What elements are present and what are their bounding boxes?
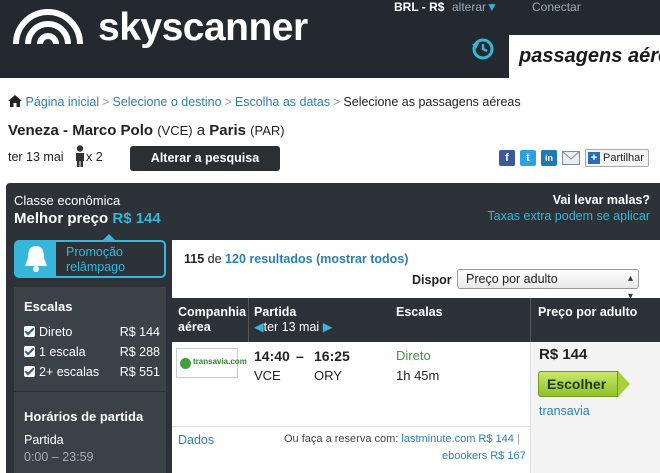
brand-name[interactable]: skyscanner bbox=[98, 6, 308, 50]
skyscanner-logo-icon[interactable] bbox=[6, 4, 96, 46]
currency-label: BRL - R$ bbox=[394, 0, 445, 14]
col-stops[interactable]: Escalas bbox=[396, 305, 443, 320]
facebook-icon[interactable]: f bbox=[499, 150, 515, 166]
flash-promo-button[interactable]: Promoção relâmpago bbox=[14, 234, 166, 278]
date-switcher: ◀ter 13 mai ▶ bbox=[254, 320, 333, 334]
departure-range: 0:00 – 23:59 bbox=[24, 450, 94, 464]
breadcrumb: Página inicial > Selecione o destino > Escol… bbox=[8, 95, 521, 109]
show-all-link[interactable]: 120 resultados (mostrar todos) bbox=[225, 252, 408, 266]
filters-sidebar: Escalas Direto R$ 144 1 escala R$ 288 2+ e… bbox=[14, 287, 166, 473]
booking-options: Ou faça a reserva com: lastminute.com R$… bbox=[284, 433, 520, 445]
airline-logo: transavia.com bbox=[176, 348, 247, 378]
origin-airport: VCE bbox=[254, 368, 281, 383]
divider bbox=[530, 298, 531, 342]
next-date-icon[interactable]: ▶ bbox=[323, 320, 333, 334]
travel-date: ter 13 mai bbox=[8, 150, 64, 164]
results-count: 115 de 120 resultados (mostrar todos) bbox=[184, 252, 409, 266]
linkedin-icon[interactable]: in bbox=[541, 150, 557, 166]
person-icon bbox=[76, 145, 84, 167]
departure-sub-label: Partida bbox=[24, 433, 64, 447]
duration: 1h 45m bbox=[396, 368, 440, 383]
time-dash: – bbox=[296, 348, 304, 364]
pointer-arrow bbox=[102, 234, 116, 241]
airline-logo-icon bbox=[180, 358, 191, 369]
divider bbox=[248, 298, 249, 342]
partner-ebookers-link[interactable]: ebookers R$ 167 bbox=[442, 450, 526, 462]
price-cell: R$ 144 Escolher transavia bbox=[530, 342, 660, 473]
prev-date-icon[interactable]: ◀ bbox=[254, 320, 264, 334]
results-list: 115 de 120 resultados (mostrar todos) Di… bbox=[172, 240, 660, 473]
col-price[interactable]: Preço por adulto bbox=[538, 305, 637, 320]
bell-icon bbox=[25, 246, 47, 272]
change-currency-link[interactable]: alterar▼ bbox=[452, 0, 498, 14]
checkbox-icon[interactable] bbox=[24, 366, 35, 377]
select-flight-button[interactable]: Escolher bbox=[538, 371, 630, 397]
extra-fees-link[interactable]: Taxas extra podem se aplicar bbox=[487, 209, 650, 223]
best-price: Melhor preço R$ 144 bbox=[14, 210, 161, 227]
sort-select[interactable]: Preço por adulto ▴ ▾ bbox=[457, 269, 639, 302]
filter-one-stop[interactable]: 1 escala R$ 288 bbox=[24, 345, 160, 359]
cabin-class: Classe econômica bbox=[14, 193, 121, 208]
airline-link[interactable]: transavia bbox=[539, 404, 590, 418]
breadcrumb-destination[interactable]: Selecione o destino bbox=[112, 95, 221, 109]
alter-search-button[interactable]: Alterar a pesquisa bbox=[130, 146, 280, 171]
bags-question: Vai levar malas? bbox=[552, 193, 650, 207]
departure-filter-title: Horários de partida bbox=[24, 409, 144, 424]
search-tab-flights[interactable]: passagens aére bbox=[509, 35, 660, 78]
destination-airport: ORY bbox=[314, 368, 342, 383]
login-link[interactable]: Conectar bbox=[532, 0, 581, 14]
passenger-count: x 2 bbox=[74, 145, 103, 167]
col-airline[interactable]: Companhia aérea bbox=[178, 305, 246, 335]
bell-icon-box bbox=[16, 242, 56, 276]
breadcrumb-home[interactable]: Página inicial bbox=[25, 95, 99, 109]
top-header: skyscanner BRL - R$ alterar▼ Conectar pa… bbox=[0, 0, 660, 78]
history-icon[interactable] bbox=[470, 36, 496, 62]
plus-icon: + bbox=[588, 152, 600, 164]
checkbox-icon[interactable] bbox=[24, 326, 35, 337]
checkbox-icon[interactable] bbox=[24, 346, 35, 357]
stops-value: Direto bbox=[396, 348, 431, 363]
arrive-time: 16:25 bbox=[314, 348, 350, 364]
table-header: Companhia aérea Partida ◀ter 13 mai ▶ Esc… bbox=[172, 298, 660, 342]
stops-filter-title: Escalas bbox=[24, 299, 73, 314]
share-bar: f t in + Partilhar bbox=[499, 149, 649, 167]
divider bbox=[14, 391, 166, 392]
share-button[interactable]: + Partilhar bbox=[585, 149, 649, 167]
partner-lastminute-link[interactable]: lastminute.com R$ 144 bbox=[401, 433, 514, 445]
details-link[interactable]: Dados bbox=[178, 433, 214, 447]
col-departure[interactable]: Partida bbox=[254, 305, 296, 320]
route-title: Veneza - Marco Polo (VCE) a Paris (PAR) bbox=[8, 122, 285, 139]
filter-direct[interactable]: Direto R$ 144 bbox=[24, 325, 160, 339]
depart-time: 14:40 bbox=[254, 348, 290, 364]
filter-two-plus-stops[interactable]: 2+ escalas R$ 551 bbox=[24, 365, 160, 379]
sort-label: Dispor bbox=[412, 273, 452, 287]
breadcrumb-current: Selecione as passagens aéreas bbox=[343, 95, 521, 109]
email-icon[interactable] bbox=[562, 151, 580, 165]
twitter-icon[interactable]: t bbox=[520, 150, 536, 166]
flight-price: R$ 144 bbox=[539, 346, 588, 363]
dropdown-arrow-icon: ▼ bbox=[486, 0, 498, 14]
home-icon[interactable] bbox=[8, 95, 22, 107]
promo-label: Promoção relâmpago bbox=[66, 245, 126, 274]
breadcrumb-dates[interactable]: Escolha as datas bbox=[235, 95, 330, 109]
